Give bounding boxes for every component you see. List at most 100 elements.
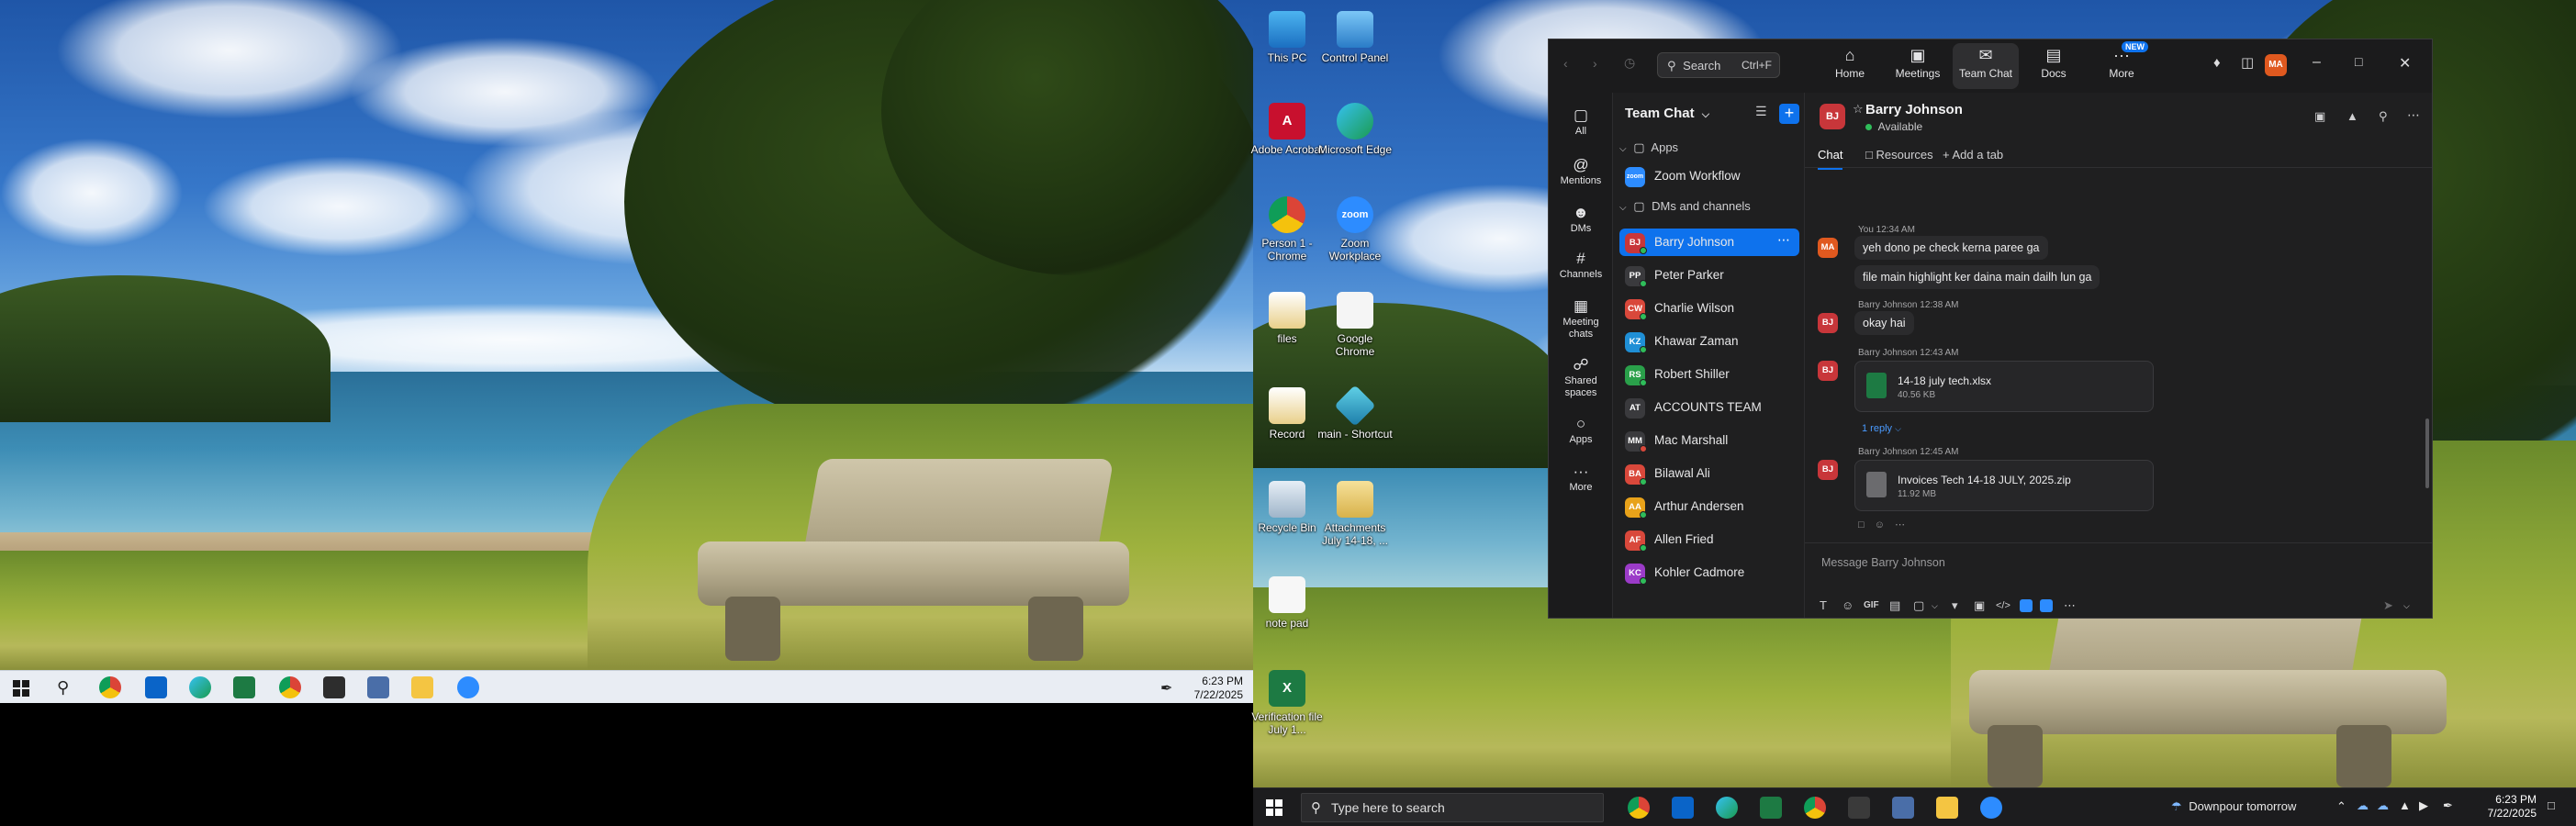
chevron-down-icon[interactable]: ⌵ <box>1932 601 1938 611</box>
star-icon[interactable]: ☆ <box>1853 102 1864 117</box>
desktop-icon-google-chrome[interactable]: Google Chrome <box>1316 292 1394 358</box>
bell-icon[interactable]: ♦ <box>2213 55 2221 71</box>
reply-icon[interactable]: □ <box>1858 519 1865 530</box>
code-snippet-icon[interactable]: </> <box>1996 600 2010 611</box>
more-options-icon[interactable]: ⋯ <box>2407 107 2420 123</box>
message-input[interactable]: Message Barry Johnson <box>1809 547 2430 593</box>
search-input[interactable]: ⚲ Search Ctrl+F <box>1657 52 1780 78</box>
nav-more[interactable]: NEW ··· More <box>2089 41 2155 89</box>
rail-all[interactable]: ▢ All <box>1549 102 1613 151</box>
file-explorer-icon[interactable] <box>411 676 433 698</box>
list-item-contact[interactable]: RS Robert Shiller <box>1619 361 1799 388</box>
desktop-icon-control-panel[interactable]: Control Panel <box>1316 11 1394 64</box>
list-item-contact[interactable]: PP Peter Parker <box>1619 262 1799 289</box>
sticky-notes-icon[interactable] <box>1848 797 1870 819</box>
nav-team-chat[interactable]: ✉ Team Chat <box>1953 43 2019 89</box>
minimize-button[interactable]: – <box>2313 54 2321 71</box>
whiteboard-icon[interactable]: ◫ <box>2241 54 2254 71</box>
list-item-zoom-workflow[interactable]: zoom Zoom Workflow <box>1619 162 1799 190</box>
tab-add[interactable]: + Add a tab <box>1943 148 2003 162</box>
close-button[interactable]: ✕ <box>2399 54 2411 73</box>
weather-widget[interactable]: ☂ Downpour tomorrow <box>2171 799 2296 814</box>
message-bubble[interactable]: okay hai <box>1854 311 1914 335</box>
chrome-profile-icon[interactable] <box>1804 797 1826 819</box>
chrome-icon[interactable] <box>1628 797 1650 819</box>
list-item-contact[interactable]: MM Mac Marshall <box>1619 427 1799 454</box>
desktop-icon-recycle-bin[interactable]: Recycle Bin <box>1249 481 1326 534</box>
excel-icon[interactable] <box>1760 797 1782 819</box>
list-item-contact[interactable]: BJ Barry Johnson ⋯ <box>1619 229 1799 256</box>
chevron-up-icon[interactable]: ⌃ <box>2336 799 2346 814</box>
desktop-icon-this-pc[interactable]: This PC <box>1249 11 1326 64</box>
list-item-contact[interactable]: AF Allen Fried <box>1619 526 1799 553</box>
excel-icon[interactable] <box>233 676 255 698</box>
windows-start-icon[interactable] <box>1266 799 1282 816</box>
section-apps[interactable]: ⌵ ▢ Apps <box>1619 140 1678 155</box>
rail-more[interactable]: ··· More <box>1549 462 1613 494</box>
user-avatar[interactable]: MA <box>2265 54 2287 76</box>
chrome-icon[interactable] <box>99 676 121 698</box>
desktop-icon-note-pad[interactable]: note pad <box>1249 576 1326 630</box>
list-item-contact[interactable]: BA Bilawal Ali <box>1619 460 1799 487</box>
gif-button[interactable]: GIF <box>1864 600 1879 610</box>
edge-icon[interactable] <box>189 676 211 698</box>
list-item-contact[interactable]: AT ACCOUNTS TEAM <box>1619 394 1799 421</box>
desktop-icon-record[interactable]: Record <box>1249 387 1326 441</box>
more-options-icon[interactable]: ⋯ <box>1777 232 1790 248</box>
file-explorer-icon[interactable] <box>1936 797 1958 819</box>
chat-header-name[interactable]: Barry Johnson <box>1865 102 1963 117</box>
list-item-contact[interactable]: KC Kohler Cadmore <box>1619 559 1799 586</box>
pen-tray-icon[interactable]: ✒ <box>2443 798 2453 813</box>
desktop-icon-person1-chrome[interactable]: Person 1 - Chrome <box>1249 196 1326 262</box>
desktop-icon-files[interactable]: files <box>1249 292 1326 345</box>
filter-icon[interactable]: ☰ <box>1755 104 1767 119</box>
desktop-icon-adobe-acrobat[interactable]: A Adobe Acrobat <box>1249 103 1326 156</box>
pen-tray-icon[interactable]: ✒ <box>1160 679 1172 698</box>
wifi-icon[interactable]: ▲ <box>2399 798 2411 812</box>
network-icon[interactable]: ☁ <box>2357 798 2369 813</box>
zoom-taskbar-icon[interactable] <box>1980 797 2002 819</box>
rail-meeting-chats[interactable]: ▦ Meeting chats <box>1549 296 1613 340</box>
tab-chat[interactable]: Chat <box>1818 148 1843 170</box>
share-screen-icon[interactable]: ▲ <box>2346 109 2358 123</box>
chat-list-title[interactable]: Team Chat ⌵ <box>1625 106 1709 121</box>
message-bubble[interactable]: yeh dono pe check kerna paree ga <box>1854 236 2048 260</box>
tab-resources[interactable]: □ Resources <box>1865 148 1933 162</box>
microphone-icon[interactable]: ▾ <box>1952 598 1958 613</box>
sticky-notes-icon[interactable] <box>323 676 345 698</box>
nav-docs[interactable]: ▤ Docs <box>2021 43 2087 89</box>
search-icon[interactable]: ⚲ <box>2379 109 2388 124</box>
taskbar-search-input[interactable]: ⚲ Type here to search <box>1301 793 1604 822</box>
file-attachment-zip[interactable]: Invoices Tech 14-18 JULY, 2025.zip 11.92… <box>1854 460 2154 511</box>
windows-start-icon[interactable] <box>13 680 29 697</box>
file-attachment-xlsx[interactable]: 14-18 july tech.xlsx 40.56 KB <box>1854 361 2154 412</box>
rail-channels[interactable]: # Channels <box>1549 249 1613 281</box>
calculator-icon[interactable] <box>1892 797 1914 819</box>
speaker-icon[interactable]: ▶ <box>2419 798 2428 813</box>
search-icon[interactable]: ⚲ <box>57 678 69 698</box>
chevron-down-icon[interactable]: ⌵ <box>2403 601 2410 611</box>
message-bubble[interactable]: file main highlight ker daina main dailh… <box>1854 265 2100 289</box>
new-chat-button[interactable]: + <box>1779 104 1799 124</box>
maximize-button[interactable]: □ <box>2355 54 2362 69</box>
onedrive-icon[interactable]: ☁ <box>2377 798 2389 813</box>
chat-scrollbar[interactable] <box>2425 419 2429 488</box>
left-clock[interactable]: 6:23 PM 7/22/2025 <box>1184 675 1243 702</box>
video-message-icon[interactable]: ▣ <box>1974 598 1985 613</box>
history-icon[interactable]: ◷ <box>1624 55 1635 71</box>
zoom-taskbar-icon[interactable] <box>457 676 479 698</box>
desktop-icon-edge[interactable]: Microsoft Edge <box>1316 103 1394 156</box>
desktop-icon-zoom-workplace[interactable]: zoom Zoom Workplace <box>1316 196 1394 262</box>
outlook-icon[interactable] <box>1672 797 1694 819</box>
video-icon[interactable]: ▣ <box>2314 109 2325 124</box>
desktop-icon-main-shortcut[interactable]: main - Shortcut <box>1316 385 1394 441</box>
rail-dms[interactable]: ☻ DMs <box>1549 203 1613 235</box>
nav-meetings[interactable]: ▣ Meetings <box>1885 43 1951 89</box>
calculator-icon[interactable] <box>367 676 389 698</box>
desktop-icon-attachments[interactable]: Attachments July 14-18, ... <box>1316 481 1394 547</box>
send-icon[interactable]: ➤ <box>2383 598 2393 613</box>
text-format-icon[interactable]: T <box>1820 598 1827 612</box>
more-options-icon[interactable]: ⋯ <box>1895 519 1905 530</box>
chrome-profile-icon[interactable] <box>279 676 301 698</box>
more-options-icon[interactable]: ⋯ <box>2064 598 2076 613</box>
